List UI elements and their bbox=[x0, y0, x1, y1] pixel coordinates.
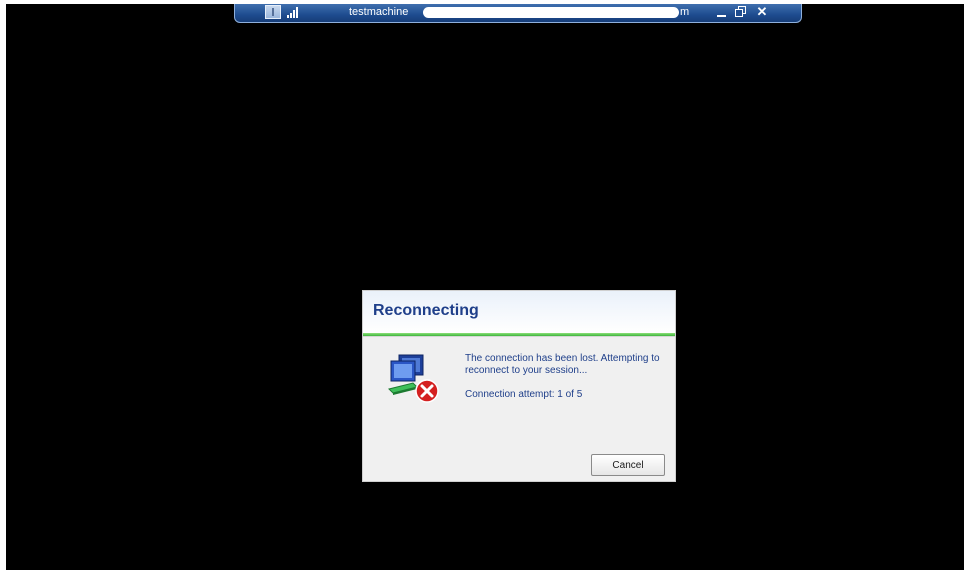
connection-lost-message: The connection has been lost. Attempting… bbox=[465, 353, 660, 376]
close-icon[interactable]: ✕ bbox=[755, 4, 769, 20]
pin-icon[interactable] bbox=[265, 5, 281, 19]
progress-indicator bbox=[363, 333, 675, 337]
connection-quality-icon[interactable] bbox=[287, 7, 301, 18]
redacted-hostname bbox=[423, 7, 679, 18]
network-error-icon bbox=[387, 353, 441, 405]
remote-desktop-screen: testmachine m ✕ Reconnecting The connect… bbox=[6, 4, 964, 570]
connection-bar: testmachine m ✕ bbox=[234, 4, 802, 23]
cancel-button[interactable]: Cancel bbox=[591, 454, 665, 476]
connection-attempt-text: Connection attempt: 1 of 5 bbox=[465, 389, 583, 400]
dialog-title: Reconnecting bbox=[373, 302, 479, 319]
connection-title-suffix: m bbox=[680, 6, 690, 18]
connection-title: testmachine bbox=[349, 6, 409, 18]
reconnecting-dialog: Reconnecting The connection has been los… bbox=[362, 290, 676, 482]
minimize-icon[interactable] bbox=[715, 4, 729, 20]
dialog-header: Reconnecting bbox=[363, 291, 675, 333]
restore-icon[interactable] bbox=[733, 4, 747, 20]
